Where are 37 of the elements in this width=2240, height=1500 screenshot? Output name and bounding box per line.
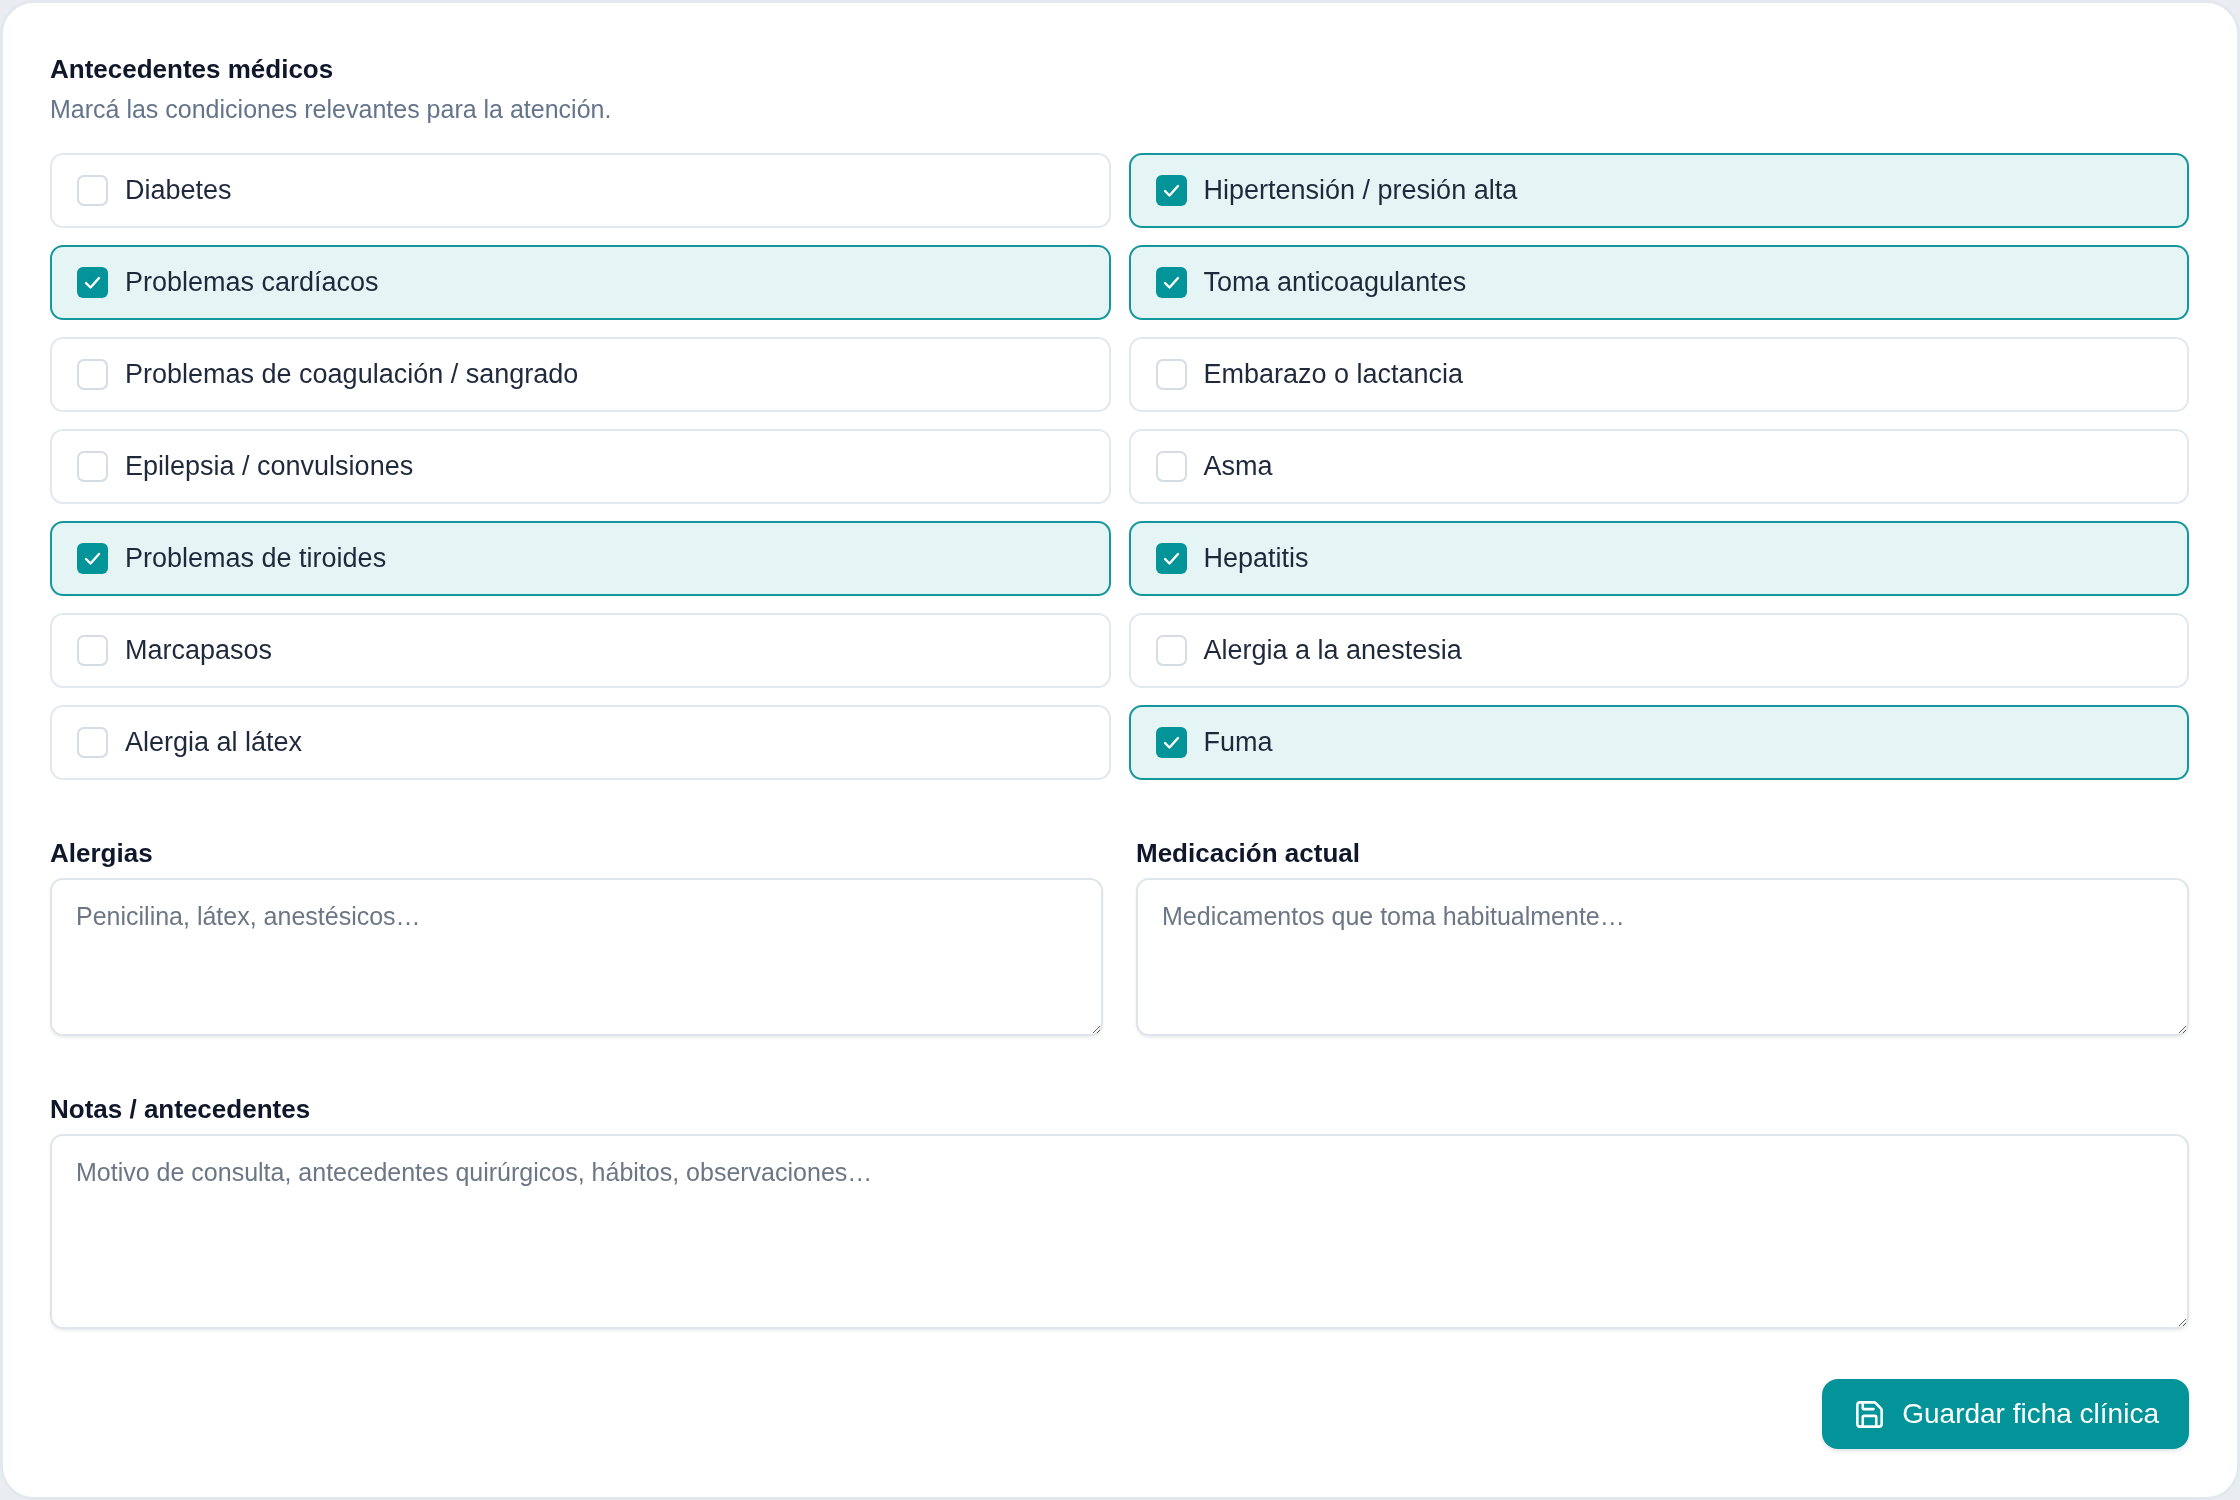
checkbox[interactable]: [77, 359, 108, 390]
checkbox[interactable]: [1155, 543, 1187, 574]
field-label: Medicación actual: [1136, 837, 1360, 869]
condition-option[interactable]: Problemas de tiroides: [50, 521, 1111, 596]
condition-option[interactable]: Toma anticoagulantes: [1128, 245, 2189, 320]
checkbox[interactable]: [77, 635, 108, 666]
text-area[interactable]: Penicilina, látex, anestésicos…: [50, 878, 1103, 1036]
condition-option[interactable]: Asma: [1128, 429, 2189, 504]
checkbox[interactable]: [77, 543, 108, 574]
condition-option[interactable]: Epilepsia / convulsiones: [50, 429, 1111, 504]
field-label: Notas / antecedentes: [50, 1093, 311, 1125]
checkbox[interactable]: [77, 175, 108, 206]
checkbox[interactable]: [1155, 635, 1187, 666]
condition-option[interactable]: Fuma: [1128, 705, 2189, 780]
checkbox[interactable]: [1155, 359, 1187, 390]
checkbox[interactable]: [1155, 727, 1187, 758]
condition-option[interactable]: Alergia a la anestesia: [1128, 613, 2189, 688]
checkbox[interactable]: [77, 451, 108, 482]
section-subtitle: Marcá las condiciones relevantes para la atención.: [50, 94, 612, 125]
condition-option[interactable]: Alergia al látex: [50, 705, 1111, 780]
checkbox[interactable]: [1155, 267, 1187, 298]
condition-option[interactable]: Hipertensión / presión alta: [1128, 153, 2189, 228]
condition-option[interactable]: Hepatitis: [1128, 521, 2189, 596]
condition-option[interactable]: Problemas de coagulación / sangrado: [50, 337, 1111, 412]
checkbox[interactable]: [77, 267, 108, 298]
checkbox[interactable]: [1155, 175, 1187, 206]
field-label: Alergias: [50, 837, 153, 869]
text-area[interactable]: Medicamentos que toma habitualmente…: [1136, 878, 2189, 1036]
text-area[interactable]: Motivo de consulta, antecedentes quirúrgicos, hábitos, observaciones…: [50, 1134, 2189, 1329]
section-title: Antecedentes médicos: [50, 53, 334, 85]
condition-option[interactable]: Problemas cardíacos: [50, 245, 1111, 320]
checkbox[interactable]: [77, 727, 108, 758]
condition-option[interactable]: Marcapasos: [50, 613, 1111, 688]
checkbox[interactable]: [1155, 451, 1187, 482]
condition-option[interactable]: Embarazo o lactancia: [1128, 337, 2189, 412]
save-button[interactable]: Guardar ficha clínica: [1822, 1379, 2189, 1449]
condition-option[interactable]: Diabetes: [50, 153, 1111, 228]
